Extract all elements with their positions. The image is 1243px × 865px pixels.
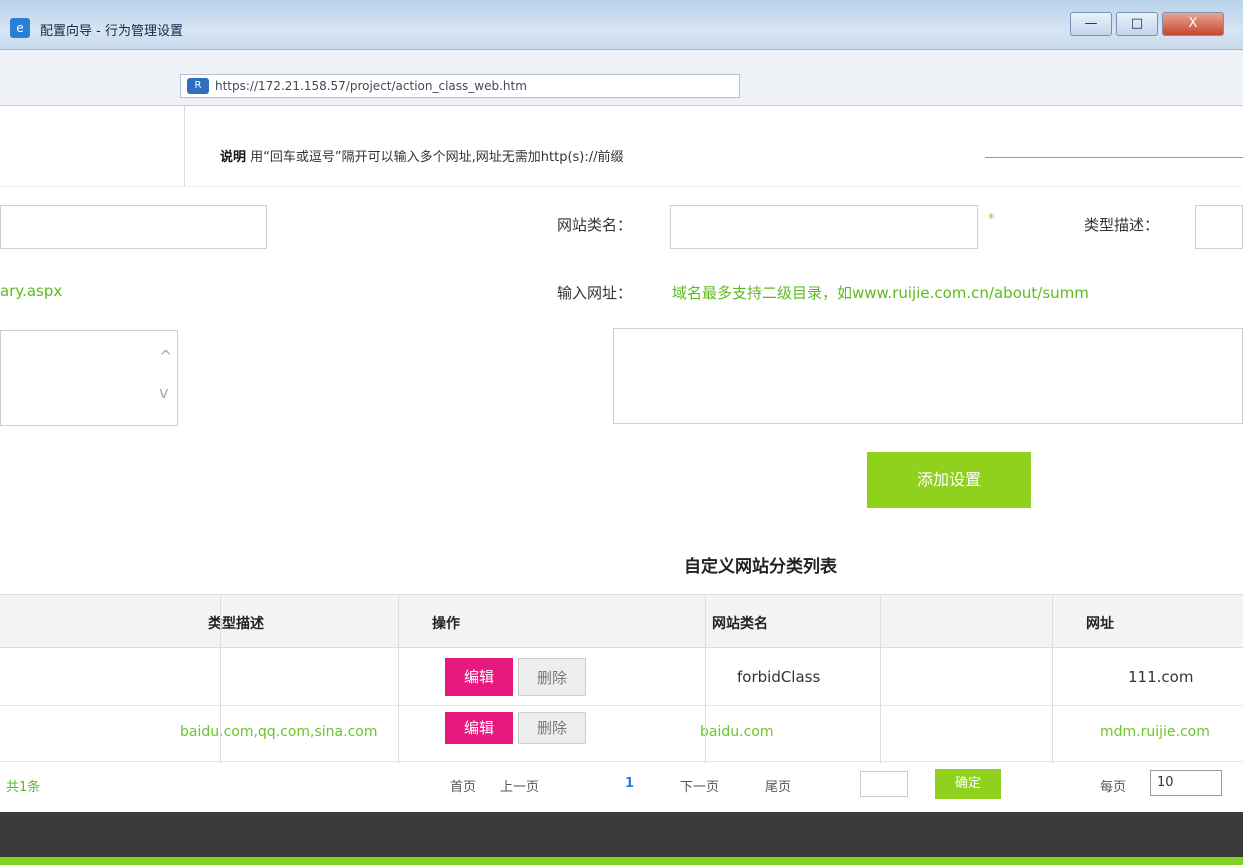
column-separator: [705, 594, 706, 764]
add-settings-button[interactable]: 添加设置: [867, 452, 1031, 508]
browser-icon: e: [10, 18, 30, 38]
url-text: https://172.21.158.57/project/action_cla…: [215, 79, 527, 93]
pager-total: 共1条: [6, 780, 41, 795]
column-separator: [398, 594, 399, 764]
edit-button[interactable]: 编辑: [445, 712, 513, 744]
left-panel: [0, 106, 185, 186]
note-text: 用“回车或逗号”隔开可以输入多个网址,网址无需加http(s)://前缀: [250, 150, 624, 165]
scroll-up-icon[interactable]: ^: [159, 347, 172, 366]
column-separator: [880, 594, 881, 764]
delete-button[interactable]: 删除: [518, 712, 586, 744]
row-link-mid[interactable]: baidu.com: [700, 724, 773, 740]
url-hint: 域名最多支持二级目录，如www.ruijie.com.cn/about/summ: [672, 284, 1089, 302]
url-field[interactable]: R https://172.21.158.57/project/action_c…: [180, 74, 740, 98]
table-row: [0, 648, 1243, 706]
header-url: 网址: [1086, 616, 1114, 632]
urls-textarea[interactable]: [613, 328, 1243, 424]
pager-current[interactable]: 1: [625, 776, 634, 791]
pager-prev[interactable]: 上一页: [500, 776, 539, 795]
class-name-label: 网站类名：: [557, 216, 633, 234]
pager-first[interactable]: 首页: [450, 776, 476, 795]
row-url: 111.com: [1128, 668, 1194, 686]
usage-note: 说明 用“回车或逗号”隔开可以输入多个网址,网址无需加http(s)://前缀: [220, 146, 624, 165]
bottom-bar: [0, 812, 1243, 857]
window-title: 配置向导 - 行为管理设置: [40, 24, 183, 39]
required-mark: *: [988, 212, 995, 227]
type-desc-input[interactable]: [1195, 205, 1243, 249]
delete-button[interactable]: 删除: [518, 658, 586, 696]
column-separator: [1052, 594, 1053, 764]
scroll-down-icon[interactable]: v: [159, 383, 168, 402]
url-label: 输入网址：: [557, 284, 633, 302]
bottom-accent-line: [0, 857, 1243, 865]
page-go-button[interactable]: 确定: [935, 769, 1001, 799]
type-desc-label: 类型描述：: [1084, 216, 1160, 234]
note-label: 说明: [220, 150, 247, 165]
window-titlebar: e 配置向导 - 行为管理设置 — □ X: [0, 0, 1243, 50]
list-title: 自定义网站分类列表: [684, 557, 837, 577]
edit-button[interactable]: 编辑: [445, 658, 513, 696]
divider: [0, 186, 1243, 187]
minimize-button[interactable]: —: [1070, 12, 1112, 36]
row-link-right[interactable]: mdm.ruijie.com: [1100, 724, 1210, 740]
column-separator: [220, 594, 221, 764]
header-class-name: 网站类名: [712, 616, 768, 632]
row-link-left[interactable]: baidu.com,qq.com,sina.com: [180, 724, 377, 740]
header-actions: 操作: [432, 616, 460, 632]
site-icon: R: [187, 78, 209, 94]
page-size-label: 每页: [1100, 780, 1127, 795]
table-header: 类型描述 操作 网站类名 网址: [0, 594, 1243, 648]
left-urls-textarea[interactable]: ^ v: [0, 330, 178, 426]
header-type-desc: 类型描述: [208, 616, 264, 632]
pager-next[interactable]: 下一页: [680, 776, 719, 795]
left-name-input[interactable]: [0, 205, 267, 249]
close-button[interactable]: X: [1162, 12, 1224, 36]
class-name-input[interactable]: [670, 205, 978, 249]
pager-last[interactable]: 尾页: [765, 776, 791, 795]
page-jump-input[interactable]: [860, 771, 908, 797]
note-divider: [985, 157, 1243, 158]
maximize-button[interactable]: □: [1116, 12, 1158, 36]
page-size-select[interactable]: 10: [1150, 770, 1222, 796]
left-path-fragment: ary.aspx: [0, 282, 63, 300]
row-class-name: forbidClass: [737, 668, 821, 686]
